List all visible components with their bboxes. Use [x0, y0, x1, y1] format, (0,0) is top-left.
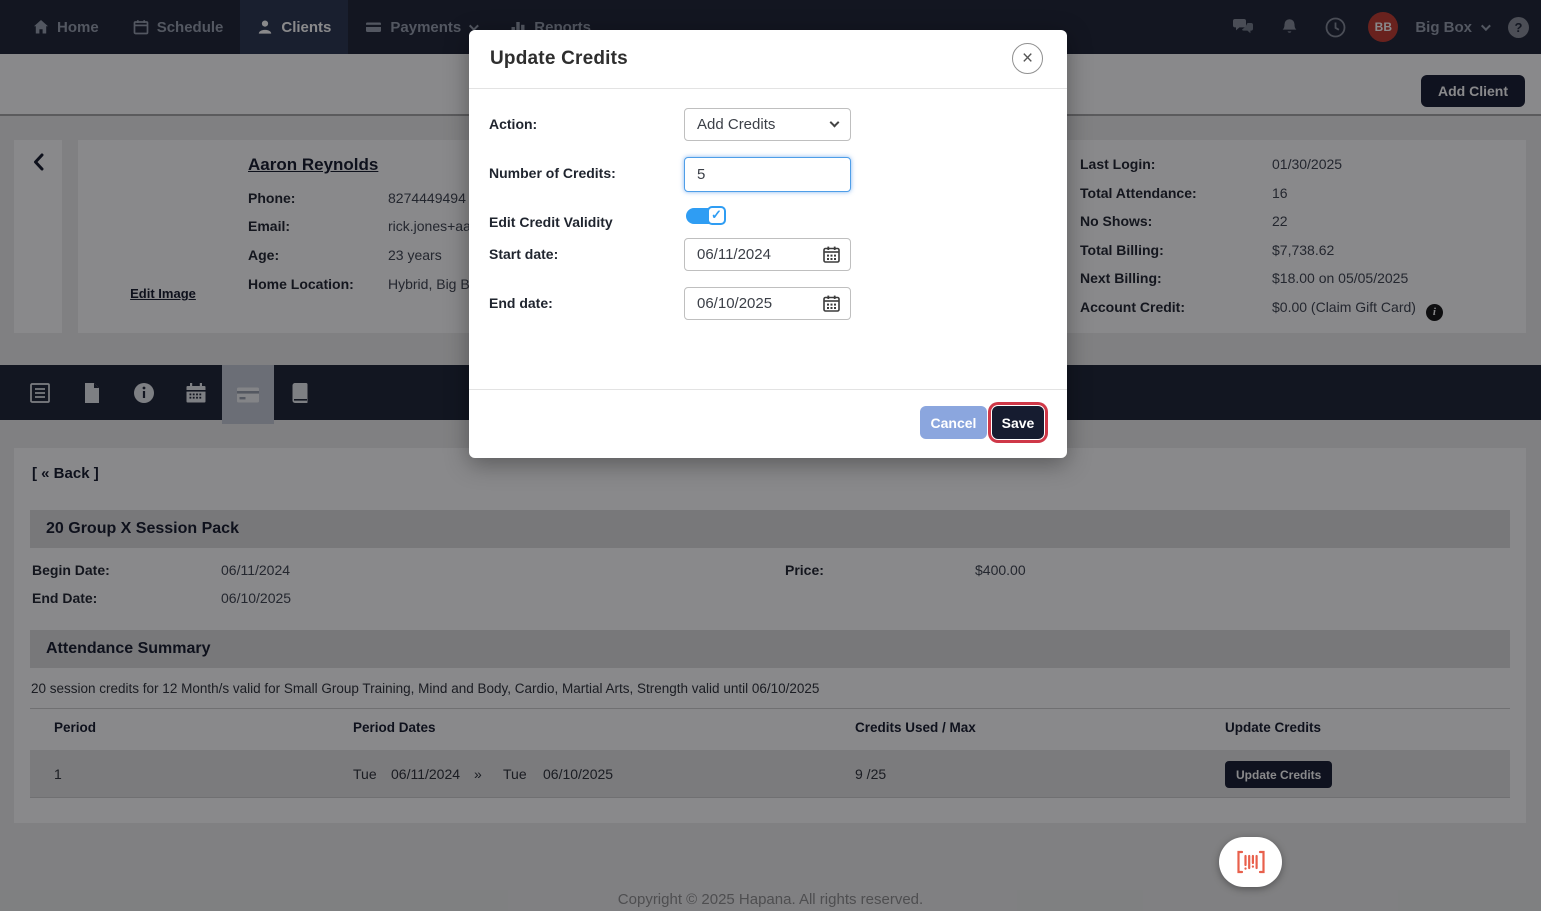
edit-credit-validity-label: Edit Credit Validity [489, 214, 613, 230]
chevron-down-icon [830, 118, 840, 128]
action-select[interactable]: Add Credits [684, 108, 851, 141]
start-date-label: Start date: [489, 246, 558, 262]
calendar-picker-icon [823, 246, 840, 263]
page: Home Schedule Clients Payments Reports [0, 0, 1541, 911]
end-date-input[interactable]: 06/10/2025 [684, 287, 851, 320]
end-date-label: End date: [489, 295, 553, 311]
update-credits-modal: Update Credits × Action: Add Credits Num… [469, 30, 1067, 458]
edit-credit-validity-toggle[interactable]: ✓ [686, 208, 724, 224]
toggle-check-icon: ✓ [707, 206, 726, 225]
start-date-value: 06/11/2024 [697, 246, 771, 263]
save-button[interactable]: Save [992, 406, 1044, 439]
barcode-icon [1236, 850, 1266, 874]
action-select-value: Add Credits [697, 116, 775, 133]
close-icon[interactable]: × [1012, 43, 1043, 74]
barcode-scan-button[interactable] [1219, 837, 1282, 887]
action-label: Action: [489, 116, 537, 132]
end-date-value: 06/10/2025 [697, 295, 772, 312]
divider [469, 88, 1067, 89]
number-of-credits-label: Number of Credits: [489, 165, 616, 181]
cancel-button[interactable]: Cancel [920, 406, 987, 439]
number-of-credits-input[interactable] [684, 157, 851, 192]
divider [469, 389, 1067, 390]
start-date-input[interactable]: 06/11/2024 [684, 238, 851, 271]
modal-title: Update Credits [490, 48, 628, 70]
calendar-picker-icon [823, 295, 840, 312]
